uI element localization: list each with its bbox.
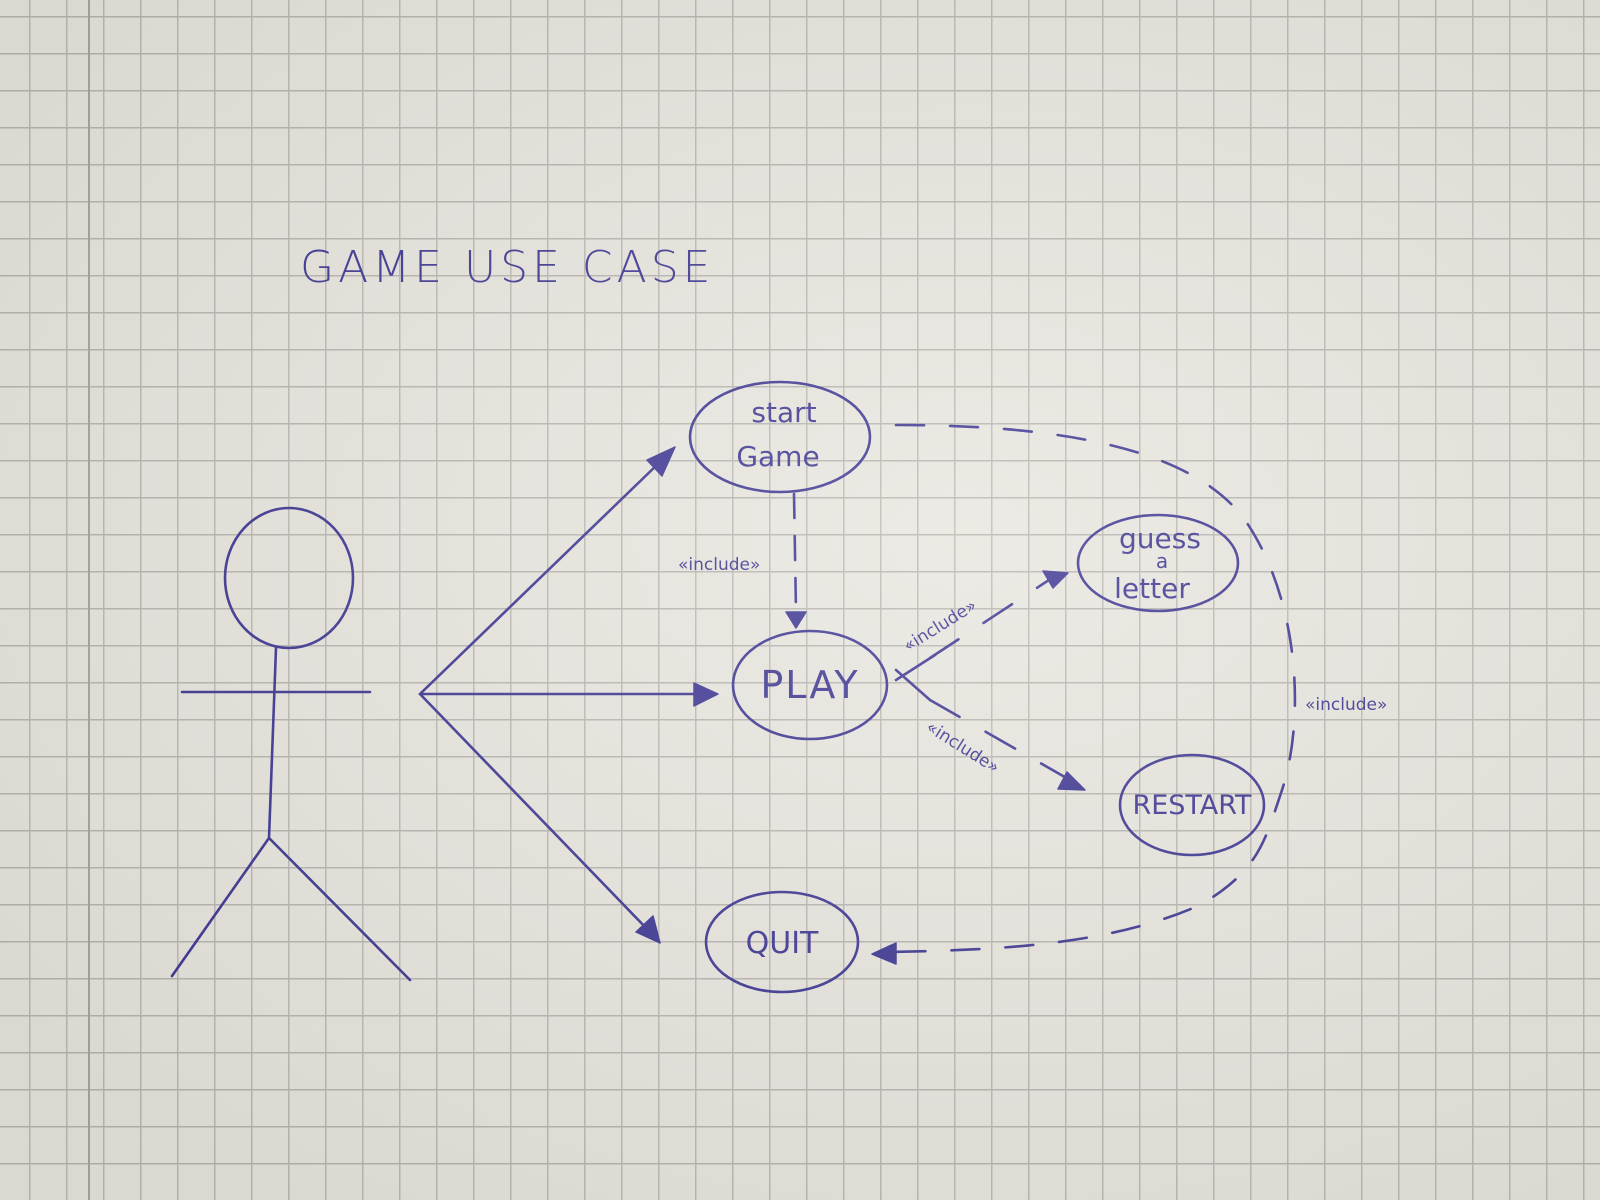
include-opening-stroke — [894, 668, 932, 702]
play-label: PLAY — [760, 663, 859, 707]
actor-right-leg — [267, 836, 412, 982]
quit-label: QUIT — [746, 926, 819, 961]
use-case-restart: RESTART — [1118, 753, 1266, 857]
actor-head — [223, 506, 355, 650]
arrowhead — [693, 682, 719, 707]
diagram-title: GAME USE CASE — [300, 242, 714, 293]
association-play — [418, 682, 719, 707]
include-start-to-quit: «include» — [871, 423, 1387, 965]
arrowhead — [1042, 570, 1069, 589]
restart-label: RESTART — [1132, 790, 1252, 821]
include-label-play-guess: «include» — [900, 596, 980, 657]
use-case-quit: QUIT — [704, 890, 860, 994]
include-start-to-play: «include» — [678, 492, 807, 629]
association-quit — [418, 692, 661, 944]
association-start-game — [418, 446, 676, 696]
include-label-play-restart: «include» — [922, 717, 1002, 778]
include-label-start-quit: «include» — [1305, 695, 1387, 715]
use-case-guess-a-letter: guess a letter — [1076, 513, 1240, 613]
guess-letter-line2: a — [1156, 549, 1168, 573]
use-case-start-game: start Game — [688, 380, 872, 494]
arrowhead — [871, 942, 897, 965]
use-case-diagram: GAME USE CASE start Game PLAY guess a le… — [170, 242, 1387, 994]
start-game-line1: start — [751, 396, 816, 429]
actor-left-leg — [170, 836, 271, 978]
include-label-start-play: «include» — [678, 555, 760, 575]
actor-stick-figure — [170, 506, 412, 982]
use-case-play: PLAY — [731, 629, 889, 741]
guess-letter-line3: letter — [1114, 572, 1190, 605]
start-game-line2: Game — [736, 440, 819, 473]
actor-body — [267, 646, 278, 840]
include-play-to-guess: «include» — [894, 570, 1069, 682]
include-play-to-restart: «include» — [894, 668, 1086, 791]
arrowhead — [785, 611, 807, 629]
